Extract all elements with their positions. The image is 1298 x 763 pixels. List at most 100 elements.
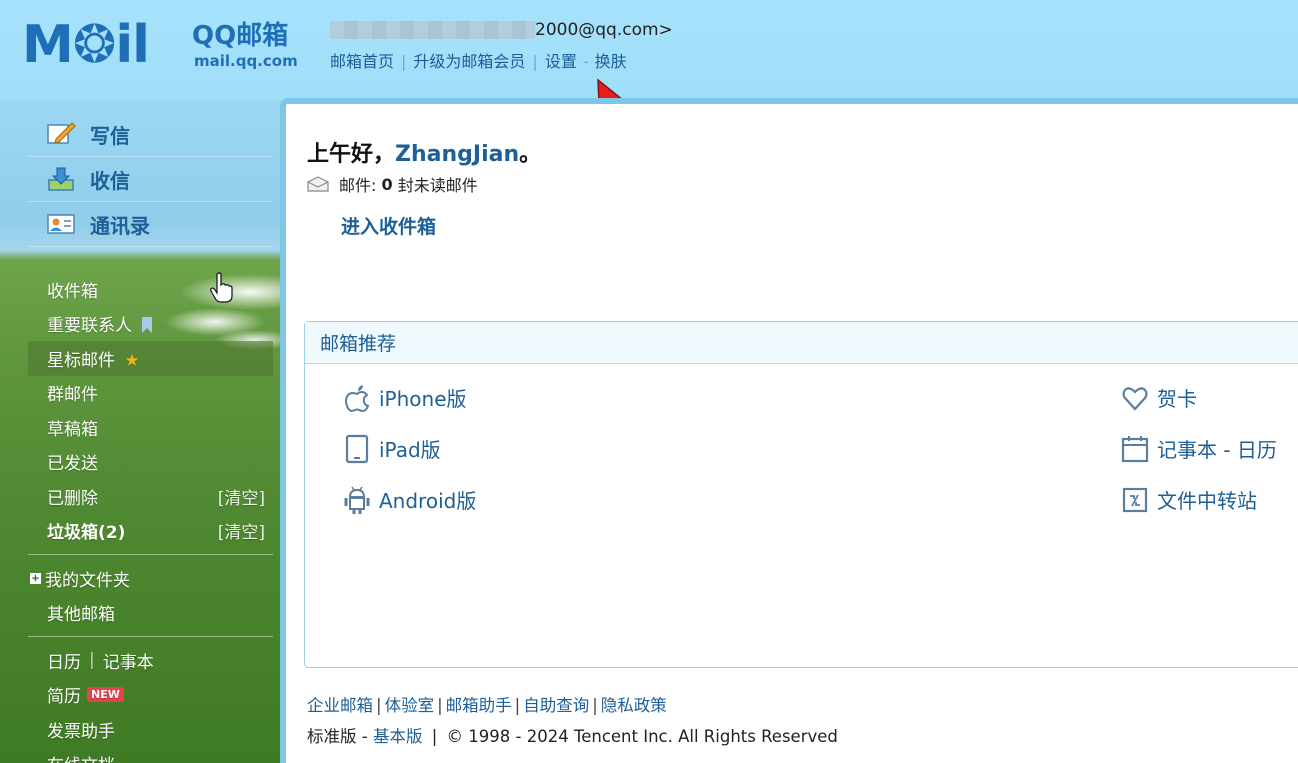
sidebar-primary: 写信 收信 通讯录 <box>28 112 273 247</box>
copyright-text: © 1998 - 2024 Tencent Inc. All Rights Re… <box>446 727 838 746</box>
folder-label: 群邮件 <box>47 385 98 406</box>
folder-label: 其他邮箱 <box>47 605 115 626</box>
sidebar-item-contacts[interactable]: 通讯录 <box>28 202 273 247</box>
recommend-right-column: 贺卡 记事本 - 日历 文件中转站 <box>1121 372 1277 525</box>
link-privacy-policy[interactable]: 隐私政策 <box>601 696 667 715</box>
sidebar-item-label: 写信 <box>90 123 130 148</box>
unread-text: 封未读邮件 <box>397 176 478 195</box>
top-links: 邮箱首页 | 升级为邮箱会员 | 设置 - 换肤 <box>330 52 627 71</box>
account-suffix: 2000@qq.com> <box>535 20 673 40</box>
folder-label: 已发送 <box>47 454 98 475</box>
sidebar-item-sent[interactable]: 已发送 <box>28 445 273 480</box>
hand-cursor-icon <box>210 272 233 303</box>
footer-copyright: 标准版 - 基本版 | © 1998 - 2024 Tencent Inc. A… <box>307 727 838 746</box>
sidebar-item-invoice-helper[interactable]: 发票助手 <box>28 712 273 747</box>
sidebar-item-other-mailboxes[interactable]: 其他邮箱 <box>28 596 273 631</box>
sidebar-item-deleted[interactable]: 已删除 [清空] <box>28 479 273 514</box>
link-basic-edition[interactable]: 基本版 <box>373 727 423 746</box>
star-icon: ★ <box>124 350 140 371</box>
envelope-icon <box>307 176 329 192</box>
divider <box>28 554 273 555</box>
recommend-label: 文件中转站 <box>1157 489 1257 513</box>
recommend-left-column: iPhone版 iPad版 Android版 <box>343 372 476 525</box>
folder-label: 简历 <box>47 687 81 708</box>
recommend-label: Android版 <box>379 489 477 513</box>
sidebar-item-starred[interactable]: 星标邮件 ★ <box>28 341 273 376</box>
sidebar-item-compose[interactable]: 写信 <box>28 112 273 157</box>
logo-domain-text: mail.qq.com <box>194 52 298 70</box>
edition-standard: 标准版 <box>307 727 357 746</box>
mail-label: 邮件: <box>339 176 377 195</box>
sidebar-item-group-mail[interactable]: 群邮件 <box>28 376 273 411</box>
folder-label: 草稿箱 <box>47 419 98 440</box>
qqmail-logo[interactable]: M❂il QQ邮箱 mail.qq.com <box>22 16 312 76</box>
link-self-service[interactable]: 自助查询 <box>523 696 589 715</box>
recommend-greeting-card[interactable]: 贺卡 <box>1121 372 1277 423</box>
bookmark-icon <box>142 317 153 334</box>
recommend-ipad[interactable]: iPad版 <box>343 423 476 474</box>
folder-label: 重要联系人 <box>47 316 132 337</box>
empty-deleted-button[interactable]: [清空] <box>218 484 265 509</box>
sidebar-item-label: 收信 <box>90 168 130 193</box>
sidebar-item-resume[interactable]: 简历 NEW <box>28 678 273 713</box>
enter-inbox-link[interactable]: 进入收件箱 <box>341 212 436 239</box>
greeting-text: 上午好， <box>307 142 396 167</box>
greeting-end: 。 <box>519 142 542 167</box>
recommend-label: iPad版 <box>379 438 441 462</box>
apple-icon <box>344 384 370 412</box>
unread-count: 0 <box>381 174 393 194</box>
new-badge: NEW <box>87 687 124 703</box>
recommend-label: 记事本 - 日历 <box>1157 438 1277 462</box>
inbox-download-icon <box>48 167 74 191</box>
folder-label: 在线文档 <box>47 751 115 763</box>
footer-links: 企业邮箱 | 体验室 | 邮箱助手 | 自助查询 | 隐私政策 <box>307 696 667 715</box>
greeting: 上午好，ZhangJian。 <box>307 136 541 168</box>
sidebar-item-my-folders[interactable]: + 我的文件夹 <box>28 561 273 596</box>
link-settings[interactable]: 设置 <box>545 52 577 71</box>
logo-mail-text: M❂il <box>22 15 150 75</box>
contacts-icon <box>47 214 75 234</box>
android-icon <box>344 486 370 514</box>
link-change-skin[interactable]: 换肤 <box>595 52 627 71</box>
recommend-notes-calendar[interactable]: 记事本 - 日历 <box>1121 423 1277 474</box>
recommend-android[interactable]: Android版 <box>343 474 476 525</box>
recommend-panel: 邮箱推荐 iPhone版 iPad版 Android版 贺卡 记事本 - 日历 … <box>304 321 1298 668</box>
folder-label: 收件箱 <box>47 281 98 302</box>
account-address: 2000@qq.com> <box>330 20 673 40</box>
folder-label: 星标邮件 <box>47 350 115 371</box>
empty-spam-button[interactable]: [清空] <box>218 518 265 543</box>
tablet-icon <box>345 434 369 463</box>
link-mail-home[interactable]: 邮箱首页 <box>330 52 394 71</box>
link-enterprise-mail[interactable]: 企业邮箱 <box>307 696 373 715</box>
sidebar-item-receive[interactable]: 收信 <box>28 157 273 202</box>
link-calendar[interactable]: 日历 <box>47 648 81 673</box>
heart-icon <box>1122 386 1148 411</box>
recommend-file-transfer[interactable]: 文件中转站 <box>1121 474 1277 525</box>
recommend-label: 贺卡 <box>1157 387 1197 411</box>
compose-icon <box>47 122 76 144</box>
folder-label: 垃圾箱(2) <box>47 523 126 544</box>
file-transfer-icon <box>1122 487 1148 512</box>
masked-account-prefix <box>330 21 535 39</box>
divider <box>28 636 273 637</box>
sidebar-item-online-docs[interactable]: 在线文档 <box>28 747 273 763</box>
sidebar-item-spam[interactable]: 垃圾箱(2) [清空] <box>28 514 273 549</box>
sidebar-folders: 收件箱 重要联系人 星标邮件 ★ 群邮件 草稿箱 已发送 已删除 [清空] 垃圾… <box>28 272 273 763</box>
recommend-title: 邮箱推荐 <box>305 322 1298 364</box>
folder-label: 已删除 <box>47 488 98 509</box>
sidebar-item-important-contacts[interactable]: 重要联系人 <box>28 307 273 342</box>
sidebar-item-calendar-notes[interactable]: 日历 | 记事本 <box>28 643 273 678</box>
sidebar-item-drafts[interactable]: 草稿箱 <box>28 410 273 445</box>
folder-label: 发票助手 <box>47 721 115 742</box>
link-upgrade-member[interactable]: 升级为邮箱会员 <box>413 52 525 71</box>
recommend-iphone[interactable]: iPhone版 <box>343 372 476 423</box>
link-mail-assistant[interactable]: 邮箱助手 <box>446 696 512 715</box>
sidebar-item-label: 通讯录 <box>90 213 150 238</box>
folder-label: 我的文件夹 <box>45 570 130 591</box>
user-name[interactable]: ZhangJian <box>395 142 519 167</box>
link-notes[interactable]: 记事本 <box>103 648 154 673</box>
expand-plus-icon[interactable]: + <box>30 572 41 584</box>
link-lab[interactable]: 体验室 <box>385 696 435 715</box>
recommend-label: iPhone版 <box>379 387 467 411</box>
sidebar-item-inbox[interactable]: 收件箱 <box>28 272 273 307</box>
